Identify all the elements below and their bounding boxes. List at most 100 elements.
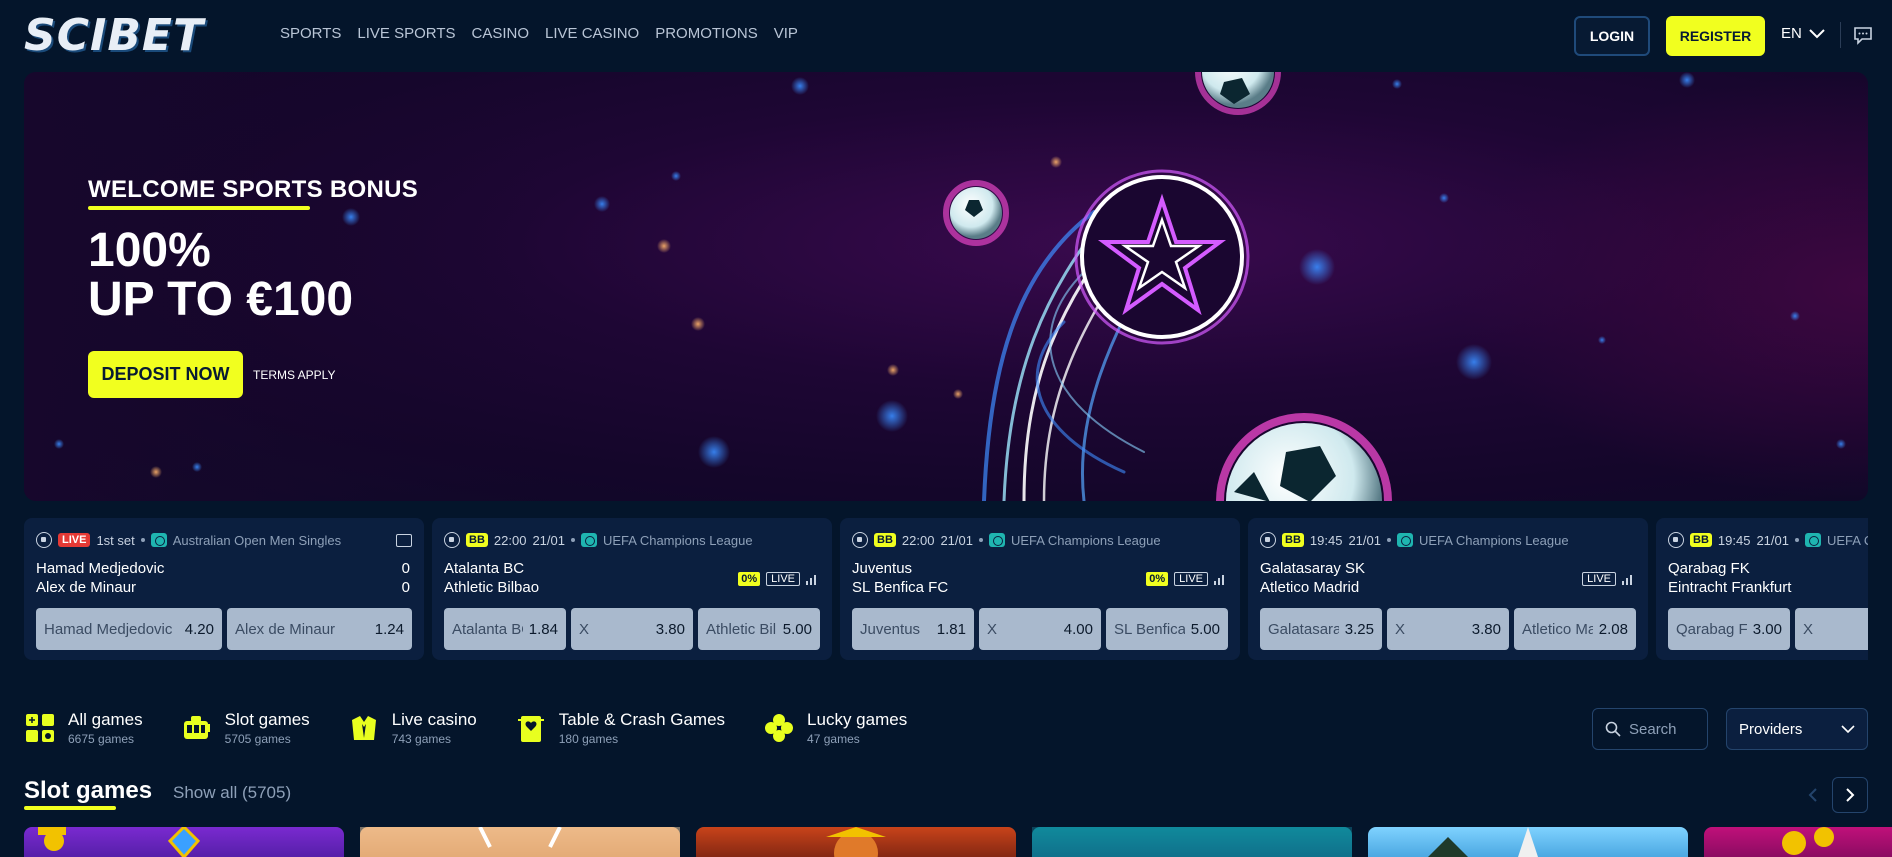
chevron-right-icon: [1846, 788, 1855, 802]
register-button[interactable]: REGISTER: [1666, 16, 1765, 56]
odd-button[interactable]: SL Benfica FC 5.00: [1106, 608, 1228, 650]
bb-badge: BB: [874, 533, 896, 547]
main-nav: SPORTS LIVE SPORTS CASINO LIVE CASINO PR…: [280, 25, 798, 42]
live-badge: LIVE: [58, 533, 91, 547]
hero-title: 100% UP TO €100: [88, 226, 353, 324]
odd-label: Galatasaray SK: [1268, 620, 1339, 638]
game-thumbnail[interactable]: [24, 827, 344, 857]
odd-button[interactable]: X 4.00: [979, 608, 1101, 650]
game-art: [1782, 827, 1834, 855]
slot-games-carousel: [24, 827, 1892, 857]
providers-dropdown[interactable]: Providers: [1726, 708, 1868, 750]
match-time: 1st set: [96, 532, 135, 548]
odd-value: 1.84: [528, 620, 558, 638]
chat-icon[interactable]: [1852, 24, 1874, 46]
terms-apply-link[interactable]: TERMS APPLY: [253, 368, 335, 382]
odd-label: Atalanta BC: [452, 620, 523, 638]
deposit-now-button[interactable]: DEPOSIT NOW: [88, 351, 243, 398]
nav-casino[interactable]: CASINO: [472, 25, 530, 42]
nav-live-casino[interactable]: LIVE CASINO: [545, 25, 639, 42]
slot-machine-icon: [183, 716, 210, 739]
category-title: All games: [68, 710, 143, 729]
language-selector[interactable]: EN: [1781, 25, 1826, 42]
odds-row: Qarabag FK 3.00 X: [1668, 608, 1868, 650]
game-thumbnail[interactable]: [696, 827, 1016, 857]
category-count: 5705 games: [224, 732, 291, 746]
nav-vip[interactable]: VIP: [774, 25, 798, 42]
odd-button[interactable]: Juventus 1.81: [852, 608, 974, 650]
show-all-link[interactable]: Show all (5705): [173, 783, 291, 803]
league-name: UEFA Champions League: [1826, 532, 1868, 548]
home-team: Galatasaray SK: [1260, 560, 1366, 577]
match-card[interactable]: BB 19:45 21/01 UEFA Champions League Qar…: [1656, 518, 1868, 660]
nav-sports[interactable]: SPORTS: [280, 25, 341, 42]
odd-label: Alex de Minaur: [235, 620, 336, 638]
league-icon: [1396, 533, 1413, 547]
odd-button[interactable]: Athletic Bilbao 5.00: [698, 608, 820, 650]
grid-icon: [26, 714, 54, 742]
match-card[interactable]: BB 22:00 21/01 UEFA Champions League Ata…: [432, 518, 832, 660]
category-title: Table & Crash Games: [558, 710, 726, 729]
match-time: 22:00: [901, 532, 935, 548]
odd-value: 1.24: [374, 620, 404, 638]
category-title: Live casino: [391, 710, 477, 729]
category-all-games[interactable]: All games 6675 games: [24, 710, 143, 746]
match-card-header: BB 22:00 21/01 UEFA Champions League: [444, 532, 753, 548]
hero-banner[interactable]: WELCOME SPORTS BONUS 100% UP TO €100 DEP…: [24, 72, 1868, 501]
hero-title-line2: UP TO €100: [88, 273, 354, 326]
providers-label: Providers: [1739, 720, 1803, 738]
home-score: 0: [401, 560, 410, 577]
odd-button[interactable]: Galatasaray SK 3.25: [1260, 608, 1382, 650]
match-card[interactable]: LIVE 1st set Australian Open Men Singles…: [24, 518, 424, 660]
category-table-crash[interactable]: Table & Crash Games 180 games: [515, 710, 725, 746]
game-thumbnail[interactable]: [360, 827, 680, 857]
separator-dot: [570, 538, 575, 542]
match-card[interactable]: BB 22:00 21/01 UEFA Champions League Juv…: [840, 518, 1240, 660]
odds-row: Atalanta BC 1.84 X 3.80 Athletic Bilbao …: [444, 608, 820, 650]
home-team: Hamad Medjedovic: [36, 560, 165, 577]
category-count: 47 games: [807, 732, 860, 746]
stats-icon[interactable]: [1214, 573, 1228, 585]
match-card[interactable]: BB 19:45 21/01 UEFA Champions League Gal…: [1248, 518, 1648, 660]
tv-icon[interactable]: [396, 534, 412, 547]
match-date: 21/01: [1756, 532, 1789, 548]
live-tag: LIVE: [1582, 572, 1616, 586]
scibet-logo[interactable]: SCIBET: [24, 14, 204, 58]
odd-button[interactable]: Alex de Minaur 1.24: [227, 608, 412, 650]
header-divider: [1840, 22, 1841, 48]
category-live-casino[interactable]: Live casino 743 games: [348, 710, 477, 746]
nav-live-sports[interactable]: LIVE SPORTS: [357, 25, 455, 42]
games-search-input[interactable]: Search: [1592, 708, 1708, 750]
game-thumbnail[interactable]: [1032, 827, 1352, 857]
odd-button[interactable]: X: [1795, 608, 1868, 650]
league-icon: [1804, 533, 1821, 547]
home-team: Qarabag FK: [1668, 560, 1750, 577]
odd-button[interactable]: X 3.80: [571, 608, 693, 650]
nav-promotions[interactable]: PROMOTIONS: [655, 25, 758, 42]
odd-button[interactable]: X 3.80: [1387, 608, 1509, 650]
away-team: Alex de Minaur: [36, 579, 137, 596]
section-title: Slot games: [24, 777, 153, 804]
chevron-down-icon: [1809, 28, 1825, 38]
game-thumbnail[interactable]: [1368, 827, 1688, 857]
stats-icon[interactable]: [806, 573, 820, 585]
odd-button[interactable]: Atletico Madrid 2.08: [1514, 608, 1636, 650]
match-card-header: BB 19:45 21/01 UEFA Champions League: [1260, 532, 1569, 548]
odd-value: 2.08: [1598, 620, 1628, 638]
game-thumbnail[interactable]: [1704, 827, 1892, 857]
carousel-next-button[interactable]: [1832, 777, 1868, 813]
login-button[interactable]: LOGIN: [1574, 16, 1650, 56]
odd-value: 4.00: [1063, 620, 1093, 638]
odd-button[interactable]: Qarabag FK 3.00: [1668, 608, 1790, 650]
odd-button[interactable]: Atalanta BC 1.84: [444, 608, 566, 650]
game-art: [1428, 827, 1538, 857]
cards-icon: [517, 716, 544, 742]
stats-icon[interactable]: [1622, 573, 1636, 585]
category-slot-games[interactable]: Slot games 5705 games: [181, 710, 310, 746]
odd-label: X: [579, 620, 590, 638]
carousel-prev-button[interactable]: [1795, 777, 1831, 813]
chevron-left-icon: [1808, 788, 1817, 802]
odd-value: 3.80: [1471, 620, 1501, 638]
category-lucky-games[interactable]: Lucky games 47 games: [763, 710, 907, 746]
odd-button[interactable]: Hamad Medjedovic 4.20: [36, 608, 222, 650]
